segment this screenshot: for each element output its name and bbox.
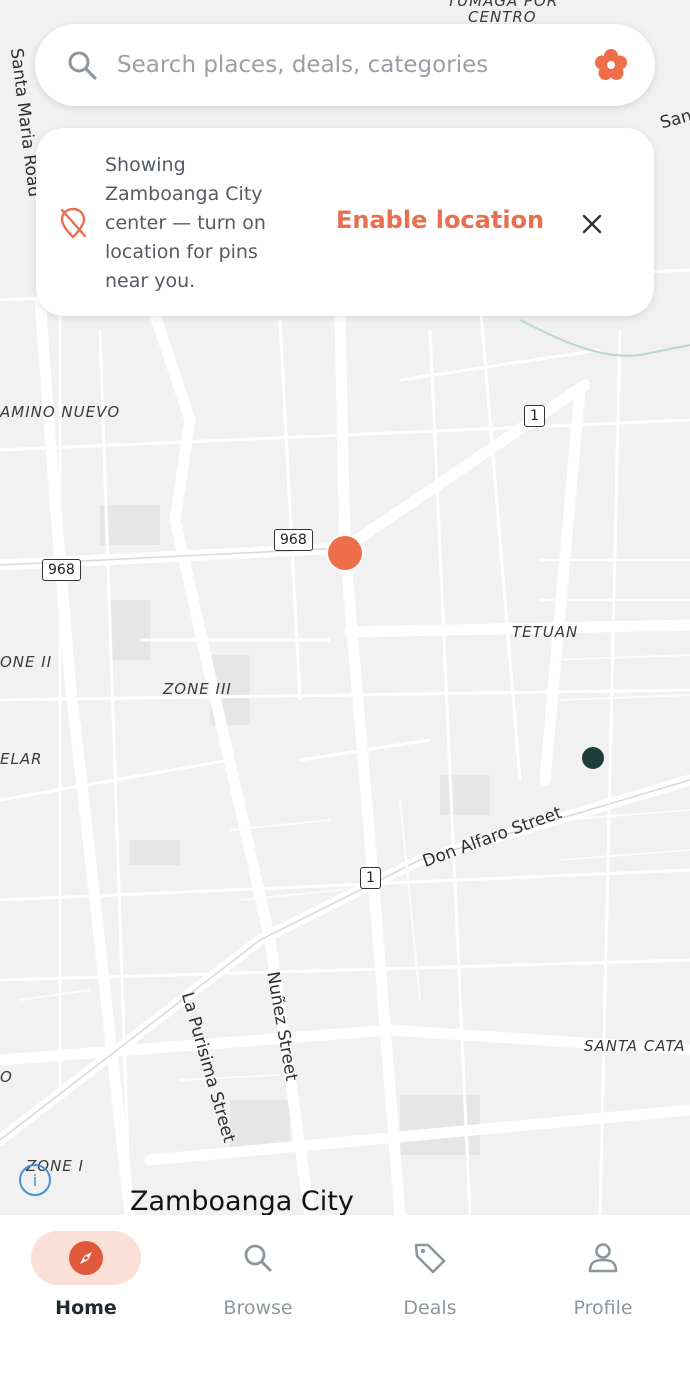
tag-icon — [414, 1243, 446, 1274]
person-icon — [588, 1243, 618, 1273]
location-banner: Showing Zamboanga City center — turn on … — [36, 128, 654, 316]
search-input[interactable]: Search places, deals, categories — [117, 52, 593, 78]
map-label-camino-nuevo: AMINO NUEVO — [0, 403, 121, 421]
route-shield-968: 968 — [274, 529, 313, 551]
nav-label: Deals — [403, 1297, 457, 1319]
nav-item-deals[interactable]: Deals — [355, 1231, 505, 1319]
banner-message: Showing Zamboanga City center — turn on … — [105, 154, 266, 292]
nav-item-browse[interactable]: Browse — [183, 1231, 333, 1319]
map-pin-place[interactable] — [582, 747, 604, 769]
location-off-icon — [60, 207, 87, 239]
route-shield-1: 1 — [360, 867, 381, 889]
map-label-zone-iii: ZONE III — [163, 680, 232, 698]
enable-location-button[interactable]: Enable location — [336, 206, 544, 234]
map-pin-center[interactable] — [328, 536, 362, 570]
map-label-tetuan: TETUAN — [512, 623, 579, 641]
svg-text:i: i — [33, 1171, 37, 1190]
map-attribution-icon[interactable]: i — [18, 1163, 52, 1197]
map-label-elar: ELAR — [0, 750, 43, 768]
map-label-santa-cata: SANTA CATA — [584, 1037, 686, 1055]
nav-label: Profile — [573, 1297, 633, 1319]
flower-logo-icon[interactable] — [593, 47, 629, 83]
map-label-zone-ii: ONE II — [0, 653, 53, 671]
close-icon[interactable] — [576, 208, 608, 240]
map-city-label: Zamboanga City — [130, 1186, 354, 1215]
route-shield-968: 968 — [42, 559, 81, 581]
route-shield-1: 1 — [524, 405, 545, 427]
nav-item-profile[interactable]: Profile — [528, 1231, 678, 1319]
search-icon — [244, 1244, 272, 1272]
nav-label: Browse — [223, 1297, 293, 1319]
map-label-o: O — [0, 1068, 13, 1086]
nav-label: Home — [55, 1297, 117, 1319]
search-icon — [68, 51, 97, 80]
search-bar[interactable]: Search places, deals, categories — [35, 24, 655, 106]
compass-icon — [69, 1241, 103, 1275]
bottom-nav: Home Browse Deals Profile — [0, 1215, 690, 1390]
nav-item-home[interactable]: Home — [11, 1231, 161, 1319]
